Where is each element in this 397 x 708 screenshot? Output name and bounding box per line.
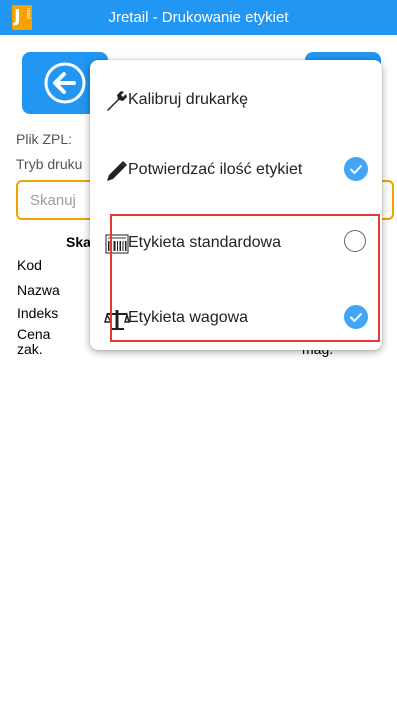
- check-icon: [350, 313, 362, 322]
- wrench-icon: [107, 91, 127, 111]
- nazwa-label: Nazwa: [17, 282, 60, 298]
- indeks-label: Indeks: [17, 305, 59, 321]
- options-menu: Kalibruj drukarkę Potwierdzać ilość etyk…: [90, 60, 382, 350]
- window-title: Jretail - Drukowanie etykiet: [108, 9, 289, 26]
- menu-item-weight-label[interactable]: Etykieta wagowa: [90, 290, 382, 346]
- checkbox-checked[interactable]: [344, 157, 368, 181]
- cena-label: Cena: [17, 326, 51, 342]
- scale-icon: [104, 310, 130, 330]
- plik-zpl-label: Plik ZPL:: [16, 131, 73, 147]
- menu-item-label: Potwierdzać ilość etykiet: [128, 161, 303, 178]
- app-titlebar: J retail Jretail - Drukowanie etykiet: [0, 0, 397, 35]
- tryb-druku-label: Tryb druku: [16, 156, 83, 172]
- menu-item-confirm-quantity[interactable]: Potwierdzać ilość etykiet: [90, 142, 382, 198]
- barcode-icon: [105, 234, 129, 254]
- menu-item-label: Etykieta wagowa: [128, 309, 249, 326]
- menu-item-calibrate[interactable]: Kalibruj drukarkę: [90, 72, 382, 128]
- menu-item-label: Etykieta standardowa: [128, 234, 281, 251]
- cena-zak-label: zak.: [17, 341, 43, 357]
- radio-checked[interactable]: [344, 305, 368, 329]
- radio-unchecked[interactable]: [344, 230, 366, 252]
- pen-icon: [107, 161, 127, 181]
- section-header: Ska: [66, 234, 91, 250]
- scan-placeholder: Skanuj: [30, 192, 76, 209]
- check-icon: [350, 165, 362, 174]
- kod-label: Kod: [17, 257, 42, 273]
- menu-item-label: Kalibruj drukarkę: [128, 91, 249, 108]
- menu-item-standard-label[interactable]: Etykieta standardowa: [90, 215, 382, 271]
